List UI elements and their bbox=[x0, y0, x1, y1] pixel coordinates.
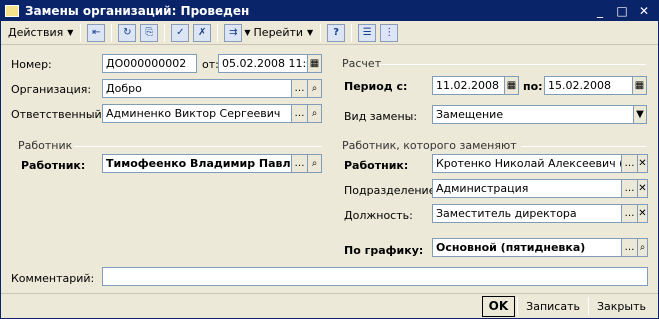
maximize-button[interactable]: □ bbox=[614, 4, 630, 18]
structure-icon[interactable]: ⋮ bbox=[380, 23, 399, 42]
chevron-down-icon[interactable]: ▼ bbox=[633, 105, 647, 124]
goto-menu[interactable]: Перейти ▼ bbox=[251, 23, 317, 43]
worker-field[interactable]: Тимофеенко Владимир Павлов bbox=[102, 154, 292, 173]
goto-menu-label: Перейти bbox=[253, 26, 304, 39]
date-field[interactable]: 05.02.2008 11:03:15 bbox=[218, 54, 308, 73]
command-bar: OK Записать Закрыть bbox=[1, 293, 658, 318]
select-button[interactable]: … bbox=[291, 104, 308, 123]
toolbar-separator bbox=[164, 23, 166, 42]
actions-menu[interactable]: Действия ▼ bbox=[5, 23, 76, 43]
post-document-icon[interactable]: ✓ bbox=[171, 23, 190, 42]
title-bar: Замены организаций: Проведен _ □ ✕ bbox=[1, 1, 658, 21]
period-to-label: по: bbox=[523, 80, 543, 93]
open-icon[interactable]: ⌕ bbox=[307, 104, 322, 123]
open-icon[interactable]: ⌕ bbox=[307, 154, 322, 173]
list-icon[interactable]: ☰ bbox=[358, 23, 377, 42]
period-from-label: Период с: bbox=[344, 80, 408, 93]
responsible-label: Ответственный: bbox=[11, 108, 106, 121]
ok-button[interactable]: OK bbox=[481, 295, 516, 317]
replaced-section-title: Работник, которого заменяют bbox=[342, 139, 517, 152]
toolbar-separator bbox=[320, 23, 322, 42]
document-window: Замены организаций: Проведен _ □ ✕ Дейст… bbox=[0, 0, 659, 319]
based-on-icon[interactable]: ⇉ bbox=[224, 23, 243, 42]
toolbar: Действия ▼ ⇤ ↻ ⎘ ✓ ✗ ⇉ ▼ Перейти ▼ ? ☰ ⋮ bbox=[1, 21, 658, 45]
window-title: Замены организаций: Проведен bbox=[25, 4, 250, 18]
toolbar-separator bbox=[111, 23, 113, 42]
department-field[interactable]: Администрация bbox=[432, 179, 622, 198]
close-form-button[interactable]: Закрыть bbox=[591, 296, 652, 317]
clear-icon[interactable]: ✕ bbox=[637, 204, 648, 223]
move-back-icon[interactable]: ⇤ bbox=[87, 23, 106, 42]
toolbar-separator bbox=[351, 23, 353, 42]
copy-icon[interactable]: ⎘ bbox=[140, 23, 159, 42]
worker-label: Работник: bbox=[21, 159, 86, 172]
replaced-worker-field[interactable]: Кротенко Николай Алексеевич (осн bbox=[432, 154, 622, 173]
help-icon[interactable]: ? bbox=[327, 23, 346, 42]
calendar-icon[interactable]: ▦ bbox=[504, 76, 519, 95]
actions-menu-label: Действия bbox=[8, 26, 64, 39]
organization-label: Организация: bbox=[11, 83, 92, 96]
refresh-icon[interactable]: ↻ bbox=[118, 23, 137, 42]
close-button[interactable]: ✕ bbox=[636, 4, 652, 18]
clear-icon[interactable]: ✕ bbox=[637, 179, 648, 198]
period-to-field[interactable]: 15.02.2008 bbox=[544, 76, 633, 95]
replacement-type-select[interactable]: Замещение bbox=[432, 105, 634, 124]
period-from-field[interactable]: 11.02.2008 bbox=[432, 76, 506, 95]
minimize-button[interactable]: _ bbox=[592, 4, 608, 18]
save-button[interactable]: Записать bbox=[520, 296, 586, 317]
unpost-document-icon[interactable]: ✗ bbox=[193, 23, 212, 42]
responsible-field[interactable]: Админенко Виктор Сергеевич bbox=[102, 104, 292, 123]
position-field[interactable]: Заместитель директора bbox=[432, 204, 622, 223]
select-button[interactable]: … bbox=[621, 154, 638, 173]
dropdown-arrow-icon: ▼ bbox=[67, 28, 74, 37]
open-icon[interactable]: ⌕ bbox=[307, 79, 322, 98]
select-button[interactable]: … bbox=[621, 179, 638, 198]
toolbar-separator bbox=[217, 23, 219, 42]
number-field[interactable]: ДО000000002 bbox=[102, 54, 197, 73]
button-separator bbox=[517, 297, 519, 315]
comment-field[interactable] bbox=[102, 267, 648, 286]
from-label: от: bbox=[202, 58, 219, 71]
schedule-field[interactable]: Основной (пятидневка) bbox=[432, 238, 622, 257]
select-button[interactable]: … bbox=[291, 79, 308, 98]
worker-section-title: Работник bbox=[18, 139, 73, 152]
section-divider bbox=[379, 64, 646, 65]
clear-icon[interactable]: ✕ bbox=[637, 154, 648, 173]
calendar-icon[interactable]: ▦ bbox=[307, 54, 322, 73]
open-icon[interactable]: ⌕ bbox=[637, 238, 648, 257]
number-label: Номер: bbox=[11, 58, 52, 71]
select-button[interactable]: … bbox=[621, 238, 638, 257]
comment-label: Комментарий: bbox=[11, 272, 95, 285]
section-divider bbox=[74, 146, 322, 147]
select-button[interactable]: … bbox=[291, 154, 308, 173]
toolbar-separator bbox=[80, 23, 82, 42]
section-divider bbox=[521, 146, 646, 147]
button-separator bbox=[588, 297, 589, 315]
replaced-worker-label: Работник: bbox=[344, 159, 409, 172]
replacement-type-label: Вид замены: bbox=[344, 110, 418, 123]
schedule-label: По графику: bbox=[344, 244, 424, 257]
organization-field[interactable]: Добро bbox=[102, 79, 292, 98]
position-label: Должность: bbox=[344, 209, 413, 222]
department-label: Подразделение: bbox=[344, 184, 440, 197]
calendar-icon[interactable]: ▦ bbox=[632, 76, 647, 95]
select-button[interactable]: … bbox=[621, 204, 638, 223]
dropdown-arrow-icon: ▼ bbox=[307, 28, 314, 37]
document-icon bbox=[5, 5, 19, 17]
calc-section-title: Расчет bbox=[342, 57, 382, 70]
